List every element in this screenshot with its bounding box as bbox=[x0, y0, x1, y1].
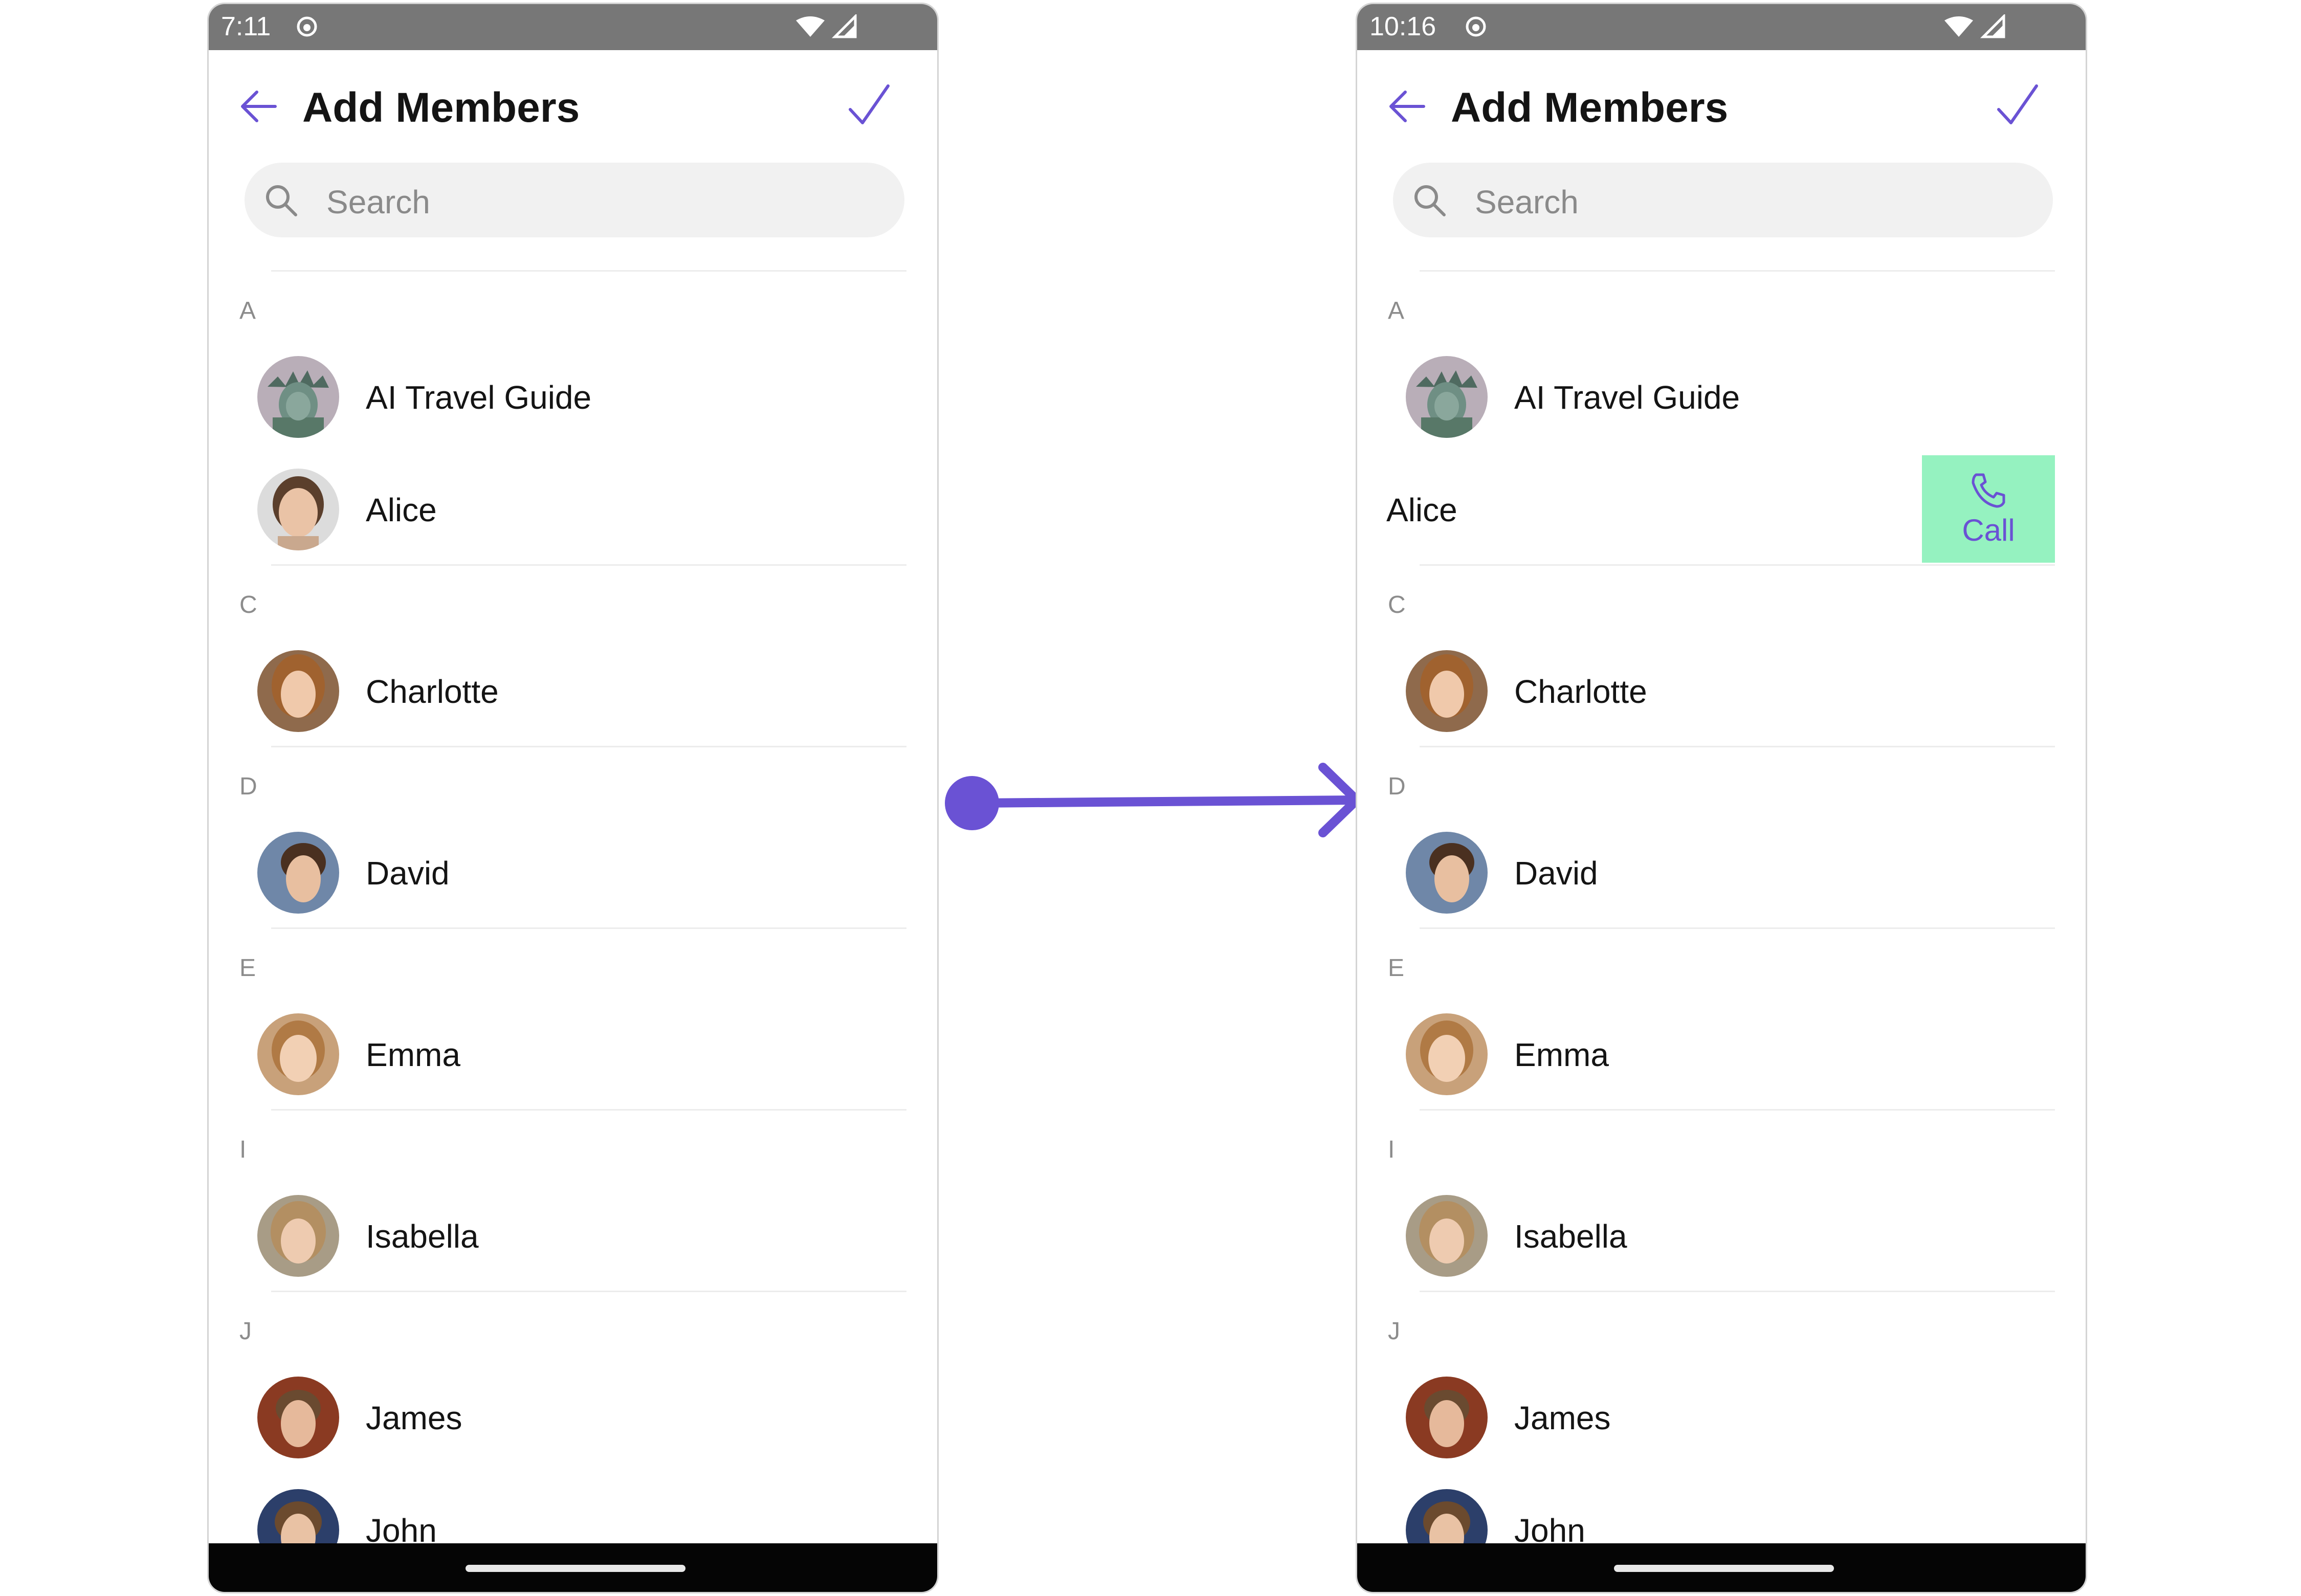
section-header-d: D bbox=[239, 773, 257, 800]
divider bbox=[1420, 927, 2055, 929]
phone-icon bbox=[1972, 473, 2005, 508]
user-photo-avatar bbox=[1406, 1195, 1488, 1277]
checkmark-icon[interactable] bbox=[847, 83, 891, 127]
phone-screen-before: 7:11 Add Members Search A AI Travel Guid… bbox=[207, 3, 939, 1593]
member-name: David bbox=[1514, 855, 1598, 892]
member-row-james[interactable]: James bbox=[209, 1368, 937, 1466]
member-name: Emma bbox=[366, 1036, 460, 1073]
section-header-i: I bbox=[1388, 1136, 1395, 1163]
member-name: James bbox=[1514, 1400, 1611, 1436]
checkmark-icon[interactable] bbox=[1996, 83, 2040, 127]
app-bar: Add Members bbox=[209, 50, 937, 173]
user-photo-avatar bbox=[257, 832, 339, 914]
section-header-i: I bbox=[239, 1136, 247, 1163]
arrow-left-icon[interactable] bbox=[239, 87, 278, 126]
member-name: Alice bbox=[1386, 492, 1457, 528]
member-row-emma[interactable]: Emma bbox=[1357, 1005, 2086, 1102]
member-row-emma[interactable]: Emma bbox=[209, 1005, 937, 1102]
wifi-signal-icons bbox=[796, 14, 857, 38]
user-photo-avatar bbox=[1406, 1377, 1488, 1458]
user-photo-avatar bbox=[257, 1195, 339, 1277]
wifi-signal-icons bbox=[1944, 14, 2005, 38]
user-photo-avatar bbox=[1406, 650, 1488, 732]
divider bbox=[271, 746, 906, 747]
section-header-a: A bbox=[1388, 297, 1405, 324]
member-row-charlotte[interactable]: Charlotte bbox=[1357, 642, 2086, 739]
home-indicator[interactable] bbox=[1614, 1565, 1834, 1572]
member-name: Isabella bbox=[1514, 1218, 1627, 1255]
status-bar: 7:11 bbox=[209, 4, 937, 50]
status-bar: 10:16 bbox=[1357, 4, 2086, 50]
member-name: AI Travel Guide bbox=[1514, 379, 1740, 416]
member-row-alice-swiped[interactable]: Alice Call bbox=[1357, 455, 2086, 563]
divider bbox=[271, 1291, 906, 1292]
arrow-left-icon[interactable] bbox=[1388, 87, 1427, 126]
wifi-icon bbox=[1944, 16, 1973, 37]
statue-of-liberty-avatar bbox=[1406, 356, 1488, 438]
statue-of-liberty-avatar bbox=[257, 356, 339, 438]
home-indicator[interactable] bbox=[466, 1565, 685, 1572]
member-row-charlotte[interactable]: Charlotte bbox=[209, 642, 937, 739]
status-time: 10:16 bbox=[1369, 12, 1436, 41]
user-photo-avatar bbox=[257, 650, 339, 732]
page-title: Add Members bbox=[1451, 84, 1729, 131]
divider bbox=[1420, 270, 2055, 272]
section-header-a: A bbox=[239, 297, 256, 324]
user-photo-avatar bbox=[257, 1013, 339, 1095]
user-photo-avatar bbox=[1406, 832, 1488, 914]
search-placeholder: Search bbox=[326, 184, 430, 220]
divider bbox=[1420, 1109, 2055, 1111]
app-notification-icon bbox=[297, 16, 317, 37]
section-header-e: E bbox=[239, 955, 256, 982]
member-row-alice[interactable]: Alice bbox=[209, 460, 937, 558]
member-name: Alice bbox=[366, 492, 437, 528]
member-name: James bbox=[366, 1400, 462, 1436]
search-input[interactable]: Search bbox=[245, 163, 904, 237]
section-header-c: C bbox=[239, 591, 257, 618]
section-header-j: J bbox=[239, 1318, 252, 1345]
divider bbox=[1420, 564, 2055, 566]
member-name: Charlotte bbox=[1514, 673, 1647, 710]
divider bbox=[271, 564, 906, 566]
member-name: Charlotte bbox=[366, 673, 499, 710]
navigation-bar bbox=[1357, 1543, 2086, 1592]
user-photo-avatar bbox=[257, 1377, 339, 1458]
search-icon bbox=[266, 185, 297, 216]
app-notification-icon bbox=[1466, 16, 1486, 37]
divider bbox=[271, 1109, 906, 1111]
section-header-j: J bbox=[1388, 1318, 1400, 1345]
page-title: Add Members bbox=[302, 84, 580, 131]
search-icon bbox=[1414, 185, 1446, 216]
member-row-isabella[interactable]: Isabella bbox=[209, 1187, 937, 1284]
section-header-c: C bbox=[1388, 591, 1406, 618]
search-placeholder: Search bbox=[1475, 184, 1579, 220]
app-bar: Add Members bbox=[1357, 50, 2086, 173]
call-label: Call bbox=[1962, 513, 2015, 547]
section-header-e: E bbox=[1388, 955, 1405, 982]
member-name: David bbox=[366, 855, 450, 892]
member-name: Isabella bbox=[366, 1218, 479, 1255]
call-button[interactable]: Call bbox=[1922, 455, 2055, 563]
transition-arrow-icon bbox=[945, 763, 1361, 837]
divider bbox=[1420, 1291, 2055, 1292]
section-header-d: D bbox=[1388, 773, 1406, 800]
member-row-ai-travel-guide[interactable]: AI Travel Guide bbox=[1357, 348, 2086, 445]
member-row-david[interactable]: David bbox=[1357, 824, 2086, 921]
status-time: 7:11 bbox=[221, 12, 271, 41]
user-photo-avatar bbox=[257, 469, 339, 550]
search-input[interactable]: Search bbox=[1393, 163, 2053, 237]
member-row-david[interactable]: David bbox=[209, 824, 937, 921]
member-row-ai-travel-guide[interactable]: AI Travel Guide bbox=[209, 348, 937, 445]
wifi-icon bbox=[796, 16, 825, 37]
divider bbox=[271, 927, 906, 929]
navigation-bar bbox=[209, 1543, 937, 1592]
member-name: AI Travel Guide bbox=[366, 379, 592, 416]
member-row-james[interactable]: James bbox=[1357, 1368, 2086, 1466]
member-name: Emma bbox=[1514, 1036, 1609, 1073]
member-row-isabella[interactable]: Isabella bbox=[1357, 1187, 2086, 1284]
phone-screen-after: 10:16 Add Members Search A AI Travel Gui… bbox=[1356, 3, 2087, 1593]
divider bbox=[271, 270, 906, 272]
user-photo-avatar bbox=[1406, 1013, 1488, 1095]
divider bbox=[1420, 746, 2055, 747]
